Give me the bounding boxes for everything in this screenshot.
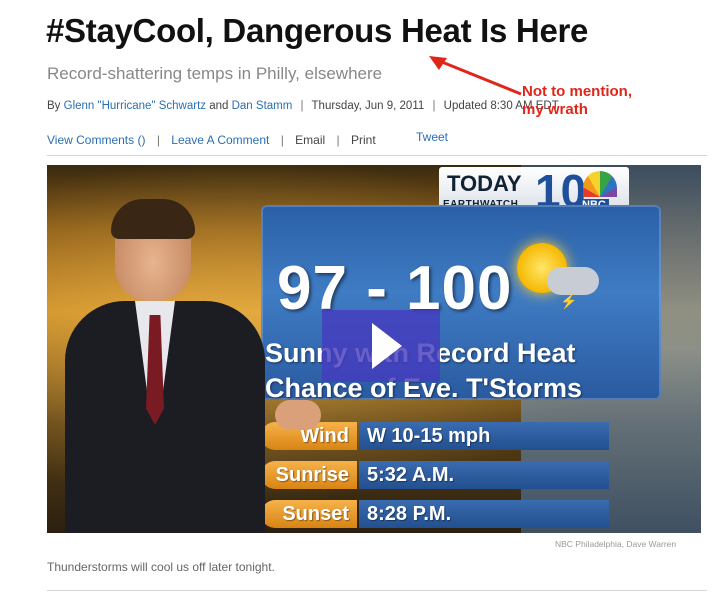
presenter-hand [275,400,321,430]
sunrise-value: 5:32 A.M. [359,461,609,489]
byline-separator: | [300,100,304,112]
video-caption: Thunderstorms will cool us off later ton… [47,560,275,574]
play-icon[interactable] [372,323,402,369]
cloud-icon [547,267,599,295]
lightning-icon: ⚡ [560,293,578,309]
article-subhead: Record-shattering temps in Philly, elsew… [47,64,383,83]
presenter-figure [65,199,321,533]
annotation-arrow-icon [429,56,522,96]
annotation-line-1: Not to mention, [522,83,632,100]
presenter-hair [111,199,195,239]
author-link-glenn-schwartz[interactable]: Glenn "Hurricane" Schwartz [64,100,206,112]
article-headline: #StayCool, Dangerous Heat Is Here [46,12,589,49]
tweet-button[interactable]: Tweet [416,130,448,144]
article-actions: View Comments () | Leave A Comment | Ema… [47,133,376,147]
view-comments-link[interactable]: View Comments () [47,133,145,147]
nbc-peacock-icon [583,171,617,197]
divider-bottom [47,590,707,591]
video-player[interactable]: TODAY EARTHWATCH 10 NBC 97 - 100 ⚡ Sunny… [47,165,701,533]
divider-top [47,155,707,156]
byline-and: and [209,100,229,112]
sunset-label: Sunset [261,500,357,528]
actions-separator: | [156,133,160,147]
author-link-dan-stamm[interactable]: Dan Stamm [232,100,293,112]
print-link[interactable]: Print [351,133,376,147]
actions-separator: | [280,133,284,147]
wind-value: W 10-15 mph [359,422,609,450]
video-credit: NBC Philadelphia, Dave Warren [555,539,677,549]
byline-by: By [47,100,61,112]
email-link[interactable]: Email [295,133,325,147]
annotation-note: Not to mention, my wrath [522,83,632,119]
publish-date: Thursday, Jun 9, 2011 [311,100,425,112]
actions-separator: | [336,133,340,147]
sunrise-label: Sunrise [261,461,357,489]
logo-today: TODAY [447,171,522,196]
annotation-line-2: my wrath [522,101,588,118]
leave-comment-link[interactable]: Leave A Comment [171,133,269,147]
sunset-value: 8:28 P.M. [359,500,609,528]
